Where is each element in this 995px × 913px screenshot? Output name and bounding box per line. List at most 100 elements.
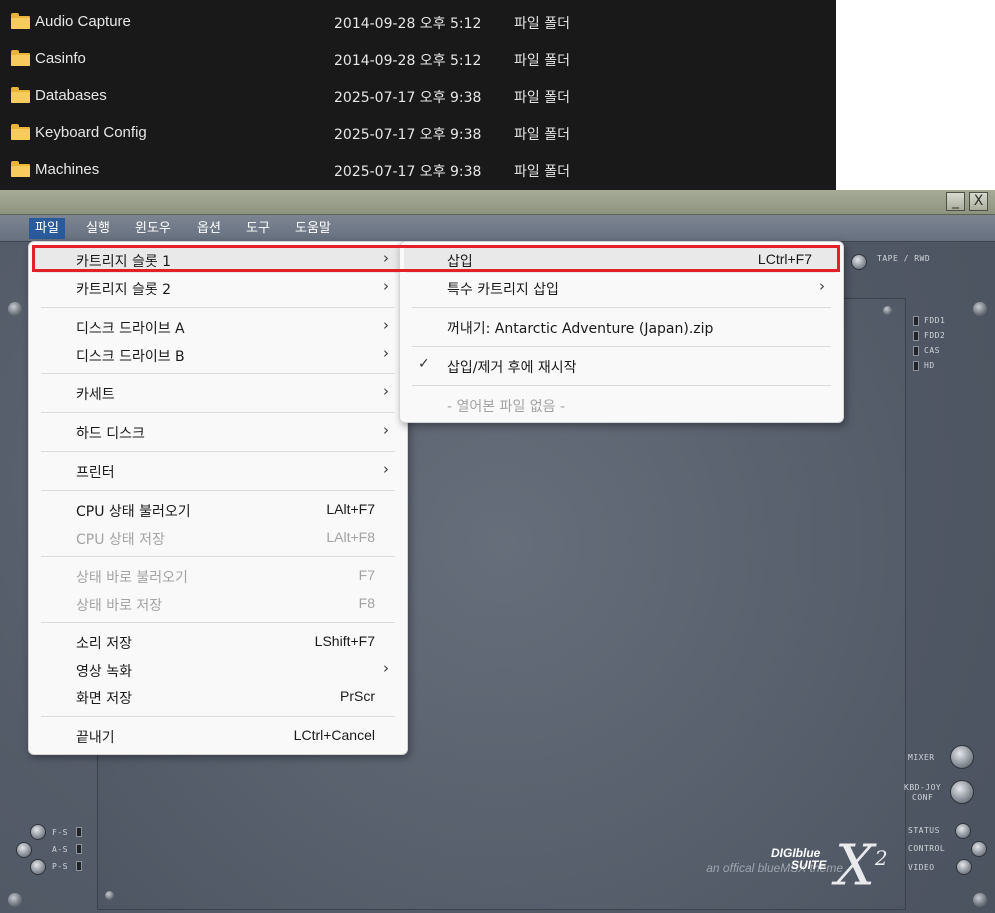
menu-separator [412,385,831,386]
menu-item-disk-drive-a[interactable]: 디스크 드라이브 A › [33,313,403,340]
menu-item-label: 화면 저장 [76,691,132,707]
chevron-right-icon: › [383,316,389,334]
led-indicator [913,316,919,326]
folder-icon [11,13,30,29]
menu-item-label: 상태 바로 저장 [76,598,163,614]
led-indicator [913,346,919,356]
menu-item-load-cpu-state[interactable]: CPU 상태 불러오기 LAlt+F7 [33,496,403,523]
led-indicator [913,331,919,341]
title-bar[interactable]: _ X [0,190,995,215]
menu-item-label: 하드 디스크 [76,426,145,442]
theme-brand-name: DIGIblue SUITE [771,847,826,871]
screw-icon [8,893,22,907]
menu-item-cassette[interactable]: 카세트 › [33,379,403,406]
folder-date: 2014-09-28 오후 5:12 [334,53,482,69]
ps-knob[interactable] [30,859,46,875]
menu-item-disk-drive-b[interactable]: 디스크 드라이브 B › [33,341,403,368]
menu-separator [41,373,395,374]
menu-item-cartridge-slot-2[interactable]: 카트리지 슬롯 2 › [33,274,403,301]
menu-item-reset-after-insert[interactable]: ✓ 삽입/제거 후에 재시작 [404,352,839,379]
menu-separator [41,451,395,452]
menu-separator [41,556,395,557]
mixer-knob[interactable] [950,745,974,769]
as-knob[interactable] [16,842,32,858]
folder-name: Casinfo [35,50,86,67]
checkmark-icon: ✓ [418,356,430,372]
screw-icon [8,302,22,316]
folder-row[interactable]: Audio Capture 2014-09-28 오후 5:12 파일 폴더 [0,3,836,40]
menu-item-no-recent-files: - 열어본 파일 없음 - [404,391,839,418]
menu-item-shortcut: LAlt+F7 [326,501,375,517]
folder-row[interactable]: Machines 2025-07-17 오후 9:38 파일 폴더 [0,151,836,188]
menu-item-label: 디스크 드라이브 B [76,349,185,365]
folder-row[interactable]: Keyboard Config 2025-07-17 오후 9:38 파일 폴더 [0,114,836,151]
kbd-joy-label: KBD-JOY [904,783,942,792]
chevron-right-icon: › [383,460,389,478]
menu-run[interactable]: 실행 [80,218,116,239]
menu-item-exit[interactable]: 끝내기 LCtrl+Cancel [33,722,403,749]
close-button[interactable]: X [969,192,988,211]
folder-name: Databases [35,87,107,104]
file-menu: 카트리지 슬롯 1 › 카트리지 슬롯 2 › 디스크 드라이브 A › 디스크… [28,241,408,755]
status-knob[interactable] [955,823,971,839]
menu-tools[interactable]: 도구 [240,218,276,239]
control-knob[interactable] [971,841,987,857]
video-knob[interactable] [956,859,972,875]
mixer-label: MIXER [908,753,935,762]
menu-item-label: CPU 상태 불러오기 [76,504,191,520]
menu-window[interactable]: 윈도우 [129,218,177,239]
status-label: STATUS [908,826,940,835]
folder-type: 파일 폴더 [514,127,570,143]
menu-item-hard-disk[interactable]: 하드 디스크 › [33,418,403,445]
folder-date: 2025-07-17 오후 9:38 [334,164,482,180]
menu-separator [412,346,831,347]
menu-item-label: 카트리지 슬롯 2 [76,282,172,298]
control-label: CONTROL [908,844,946,853]
folder-row[interactable]: Casinfo 2014-09-28 오후 5:12 파일 폴더 [0,40,836,77]
menu-item-label: 꺼내기: Antarctic Adventure (Japan).zip [447,321,714,337]
folder-icon [11,161,30,177]
menu-item-label: 상태 바로 불러오기 [76,570,188,586]
menu-item-quick-save-state: 상태 바로 저장 F8 [33,590,403,617]
menu-item-record-video[interactable]: 영상 녹화 › [33,656,403,683]
led-indicator [76,844,82,854]
screw-icon [973,893,987,907]
menu-bar: 파일 실행 윈도우 옵션 도구 도움말 [0,215,995,242]
tape-rewind-knob[interactable] [851,254,867,270]
led-label: HD [924,361,935,370]
menu-help[interactable]: 도움말 [289,218,337,239]
menu-options[interactable]: 옵션 [191,218,227,239]
menu-item-label: 카세트 [76,387,115,403]
brand-x-letter: X [835,833,875,899]
menu-item-insert-special[interactable]: 특수 카트리지 삽입 › [404,274,839,301]
folder-name: Audio Capture [35,13,131,30]
folder-name: Machines [35,161,100,178]
chevron-right-icon: › [383,277,389,295]
menu-item-save-cpu-state: CPU 상태 저장 LAlt+F8 [33,524,403,551]
folder-date: 2025-07-17 오후 9:38 [334,90,482,106]
screw-icon [883,306,892,315]
kbd-joy-conf-knob[interactable] [950,780,974,804]
minimize-button[interactable]: _ [946,192,965,211]
menu-separator [412,307,831,308]
led-indicator [76,861,82,871]
folder-type: 파일 폴더 [514,16,570,32]
menu-item-eject[interactable]: 꺼내기: Antarctic Adventure (Japan).zip [404,313,839,340]
menu-separator [41,622,395,623]
menu-item-quick-load-state: 상태 바로 불러오기 F7 [33,562,403,589]
menu-file[interactable]: 파일 [29,218,65,239]
brand-name-line2: SUITE [791,858,827,872]
fs-knob[interactable] [30,824,46,840]
menu-item-save-screenshot[interactable]: 화면 저장 PrScr [33,683,403,710]
menu-item-label: 끝내기 [76,730,115,746]
menu-item-save-audio[interactable]: 소리 저장 LShift+F7 [33,628,403,655]
folder-row[interactable]: Databases 2025-07-17 오후 9:38 파일 폴더 [0,77,836,114]
menu-item-label: CPU 상태 저장 [76,532,165,548]
file-explorer-list: Audio Capture 2014-09-28 오후 5:12 파일 폴더 C… [0,0,836,190]
folder-date: 2014-09-28 오후 5:12 [334,16,482,32]
menu-item-shortcut: F7 [358,567,375,583]
tape-label: TAPE / RWD [877,254,931,263]
led-label: FDD2 [924,331,946,340]
menu-separator [41,716,395,717]
menu-item-printer[interactable]: 프린터 › [33,457,403,484]
